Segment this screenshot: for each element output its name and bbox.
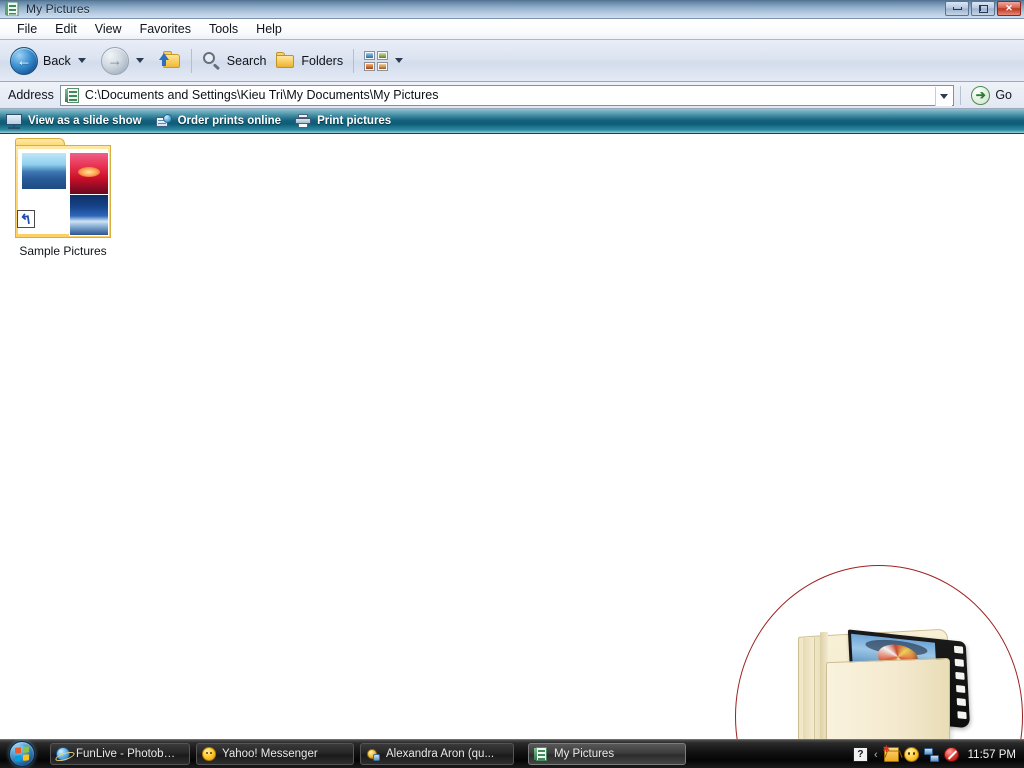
address-separator: [960, 85, 962, 105]
print-pictures-button[interactable]: Print pictures: [295, 114, 391, 128]
taskbar-item-alexandra-aron[interactable]: Alexandra Aron (qu...: [360, 743, 514, 765]
minimize-button[interactable]: [945, 1, 969, 16]
blocked-status-icon[interactable]: [943, 747, 959, 762]
network-connection-icon[interactable]: [923, 747, 939, 762]
my-pictures-folder-icon: [64, 87, 80, 103]
back-arrow-icon: ←: [10, 46, 38, 75]
address-value: C:\Documents and Settings\Kieu Tri\My Do…: [84, 88, 439, 102]
green-arrow-right-icon: ➔: [971, 85, 991, 105]
my-pictures-folder-icon: [5, 1, 19, 17]
folder-icon: [274, 51, 296, 70]
address-dropdown-chevron-down-icon[interactable]: [935, 86, 953, 106]
menu-item-favorites[interactable]: Favorites: [131, 20, 200, 38]
menu-bar: File Edit View Favorites Tools Help: [0, 19, 1024, 40]
thumbnail-preview-1: [21, 152, 67, 190]
toolbar-separator: [190, 48, 192, 73]
start-button[interactable]: [2, 741, 42, 768]
taskbar-item-label: My Pictures: [554, 748, 615, 760]
back-button[interactable]: ← Back: [6, 44, 97, 78]
navigation-toolbar: ← Back → Search Folders: [0, 40, 1024, 82]
windows-orb-icon: [9, 741, 35, 767]
list-item[interactable]: ↰ Sample Pictures: [8, 138, 118, 258]
taskbar-item-funlive[interactable]: FunLive - Photobuc...: [50, 743, 190, 765]
help-question-icon[interactable]: ?: [852, 747, 868, 762]
view-as-slide-show-label: View as a slide show: [28, 115, 142, 127]
menu-item-tools[interactable]: Tools: [200, 20, 247, 38]
taskbar-item-label: FunLive - Photobuc...: [76, 748, 181, 760]
picture-tasks-band: View as a slide show Order prints online…: [0, 109, 1024, 134]
views-dropdown-chevron-down-icon[interactable]: [395, 58, 404, 63]
menu-item-edit[interactable]: Edit: [46, 20, 86, 38]
go-button[interactable]: ➔ Go: [967, 85, 1019, 105]
menu-item-help[interactable]: Help: [247, 20, 291, 38]
folders-label: Folders: [301, 53, 344, 68]
thumbnail-preview-3: [69, 194, 109, 236]
shortcut-arrow-icon: ↰: [17, 210, 35, 228]
address-input[interactable]: C:\Documents and Settings\Kieu Tri\My Do…: [59, 84, 955, 106]
toolbar-separator-2: [353, 48, 355, 73]
search-button[interactable]: Search: [198, 44, 271, 78]
magnifier-icon: [202, 51, 222, 71]
menu-item-file[interactable]: File: [8, 20, 46, 38]
address-label: Address: [8, 88, 54, 102]
windows-taskbar: FunLive - Photobuc... Yahoo! Messenger A…: [0, 739, 1024, 768]
order-prints-online-label: Order prints online: [177, 115, 282, 127]
yahoo-smiley-icon: [202, 747, 216, 761]
folder-thumbnail-icon: ↰: [15, 138, 111, 238]
yahoo-chat-icon: [366, 747, 380, 761]
my-pictures-folder-icon: [534, 747, 548, 761]
order-prints-icon: [155, 113, 172, 129]
back-dropdown-chevron-down-icon[interactable]: [77, 58, 86, 63]
slideshow-icon: [6, 114, 22, 129]
yahoo-smiley-icon[interactable]: [903, 747, 919, 762]
taskbar-item-yahoo-messenger[interactable]: Yahoo! Messenger: [196, 743, 354, 765]
mail-notification-icon[interactable]: [883, 744, 899, 762]
maximize-button[interactable]: [971, 1, 995, 16]
back-label: Back: [43, 53, 71, 68]
order-prints-online-button[interactable]: Order prints online: [155, 113, 282, 129]
view-as-slide-show-button[interactable]: View as a slide show: [6, 114, 142, 129]
window-controls: ✕: [945, 1, 1021, 16]
views-icon: [364, 50, 389, 71]
taskbar-item-label: Alexandra Aron (qu...: [386, 748, 495, 760]
up-one-level-icon: [158, 51, 181, 70]
folders-button[interactable]: Folders: [270, 44, 347, 78]
clock[interactable]: 11:57 PM: [968, 749, 1016, 761]
address-bar: Address C:\Documents and Settings\Kieu T…: [0, 82, 1024, 109]
file-list-pane[interactable]: ↰ Sample Pictures: [0, 134, 1024, 768]
print-pictures-label: Print pictures: [317, 115, 392, 127]
forward-dropdown-chevron-down-icon[interactable]: [135, 58, 144, 63]
views-button[interactable]: [360, 44, 414, 78]
printer-icon: [295, 114, 312, 128]
go-label: Go: [995, 88, 1012, 102]
menu-item-view[interactable]: View: [86, 20, 131, 38]
taskbar-item-my-pictures[interactable]: My Pictures: [528, 743, 686, 765]
window-titlebar: My Pictures ✕: [0, 0, 1024, 19]
list-item-label: Sample Pictures: [19, 244, 107, 258]
system-tray: ? ‹ 11:57 PM: [852, 740, 1018, 768]
close-button[interactable]: ✕: [997, 1, 1021, 16]
window-title: My Pictures: [26, 2, 90, 16]
taskbar-item-label: Yahoo! Messenger: [222, 748, 318, 760]
up-one-level-button[interactable]: [155, 44, 185, 78]
internet-explorer-icon: [56, 747, 70, 761]
forward-arrow-icon: →: [100, 46, 129, 75]
chevron-left-icon[interactable]: ‹: [874, 749, 878, 761]
taskbar-task-list: FunLive - Photobuc... Yahoo! Messenger A…: [50, 743, 686, 765]
forward-button[interactable]: →: [97, 44, 155, 78]
desktop-screen: My Pictures ✕ File Edit View Favorites T…: [0, 0, 1024, 768]
search-label: Search: [226, 53, 267, 68]
